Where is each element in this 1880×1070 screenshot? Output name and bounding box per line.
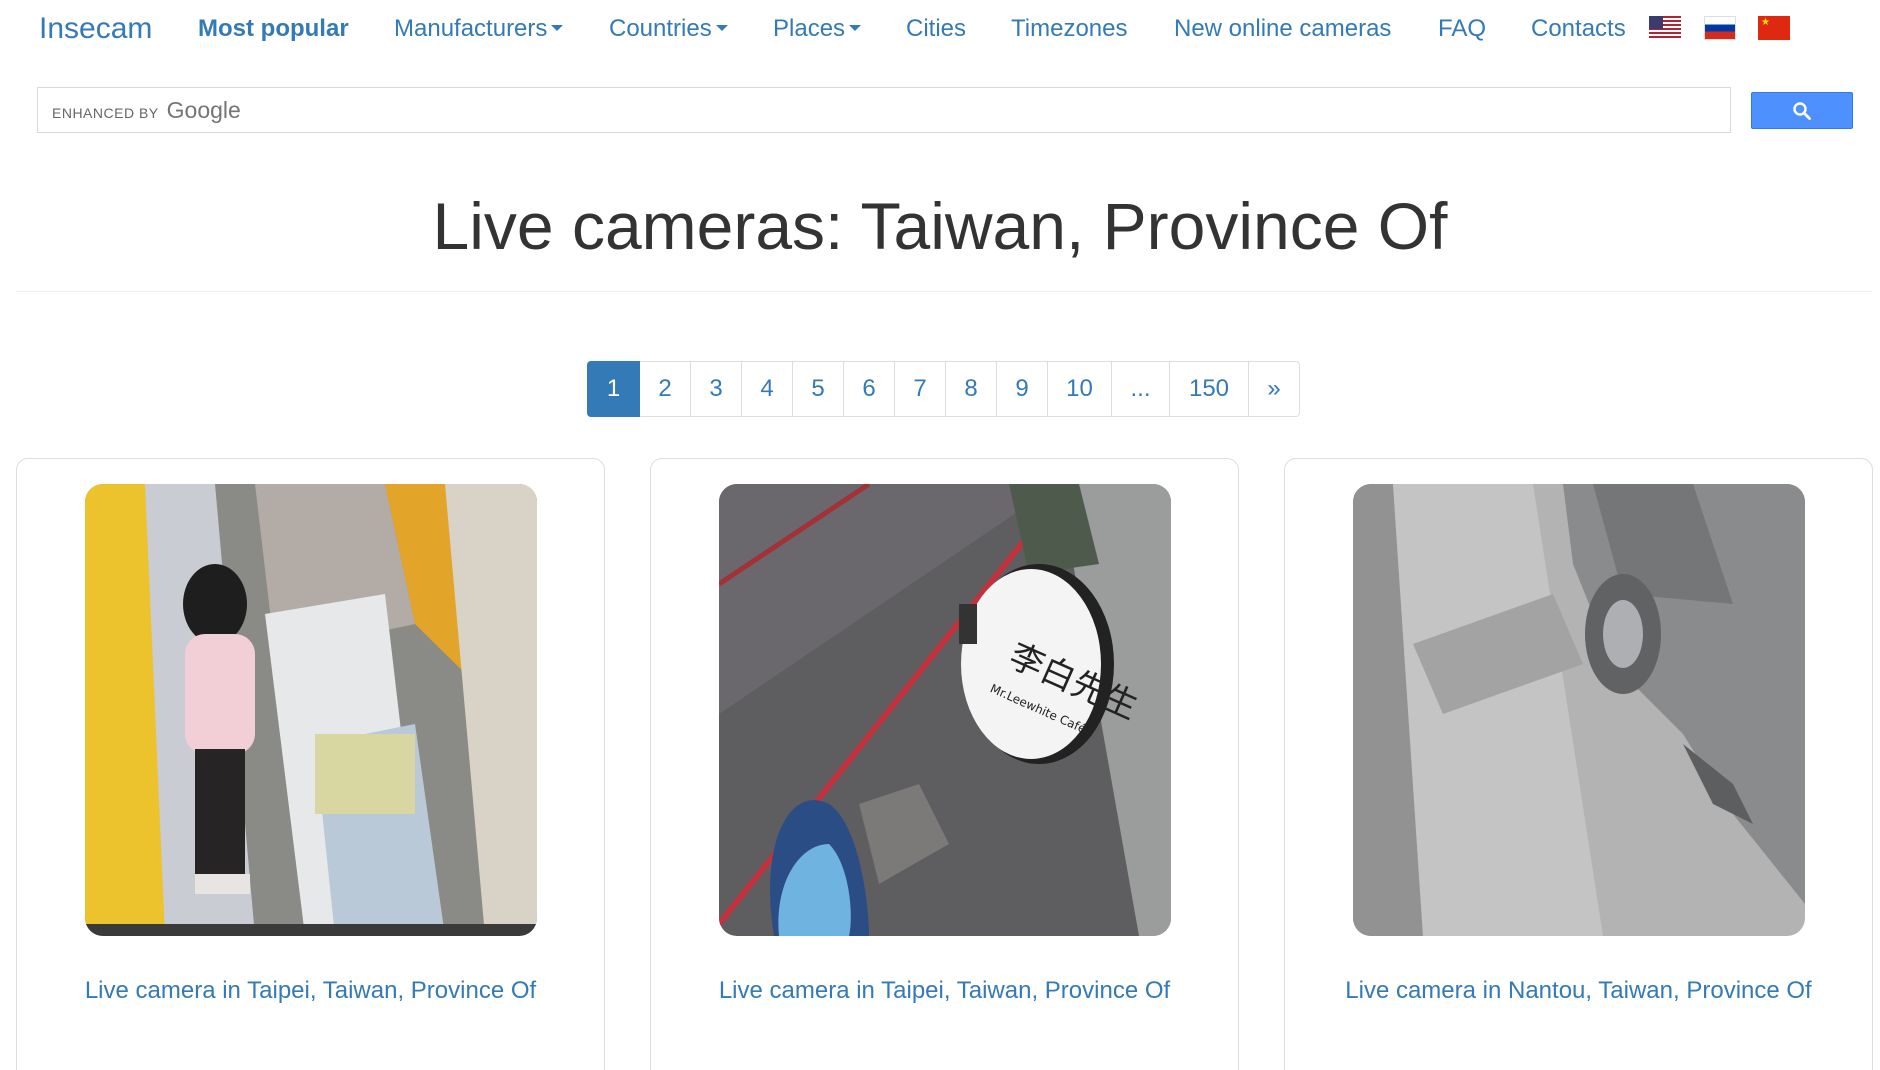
nav-countries-dropdown[interactable]: Countries — [609, 15, 728, 43]
ru-flag-icon[interactable] — [1704, 16, 1736, 40]
parked-car-camera-image — [1353, 484, 1805, 936]
camera-caption-link[interactable]: Live camera in Taipei, Taiwan, Province … — [651, 977, 1238, 1005]
page-link-10[interactable]: 10 — [1047, 361, 1112, 417]
page-title: Live cameras: Taiwan, Province Of — [432, 189, 1448, 263]
nav-contacts[interactable]: Contacts — [1531, 15, 1626, 43]
page-link-9[interactable]: 9 — [996, 361, 1048, 417]
nav-most-popular[interactable]: Most popular — [198, 15, 349, 43]
nav-cities[interactable]: Cities — [906, 15, 966, 43]
page-ellipsis: ... — [1111, 361, 1170, 417]
search-input[interactable] — [298, 94, 1698, 126]
page-link-6[interactable]: 6 — [843, 361, 895, 417]
page-link-8[interactable]: 8 — [945, 361, 997, 417]
google-logo: Google — [166, 97, 241, 123]
search-watermark: ENHANCED BY Google — [52, 97, 241, 124]
brand-logo-link[interactable]: Insecam — [39, 12, 152, 46]
cn-flag-icon[interactable]: ★ — [1758, 16, 1790, 40]
nav-manufacturers-label: Manufacturers — [394, 15, 548, 42]
caret-down-icon — [849, 24, 862, 31]
page-link-5[interactable]: 5 — [792, 361, 844, 417]
camera-card: Live camera in Nantou, Taiwan, Province … — [1284, 458, 1873, 1070]
divider — [16, 291, 1872, 292]
nav-faq[interactable]: FAQ — [1438, 15, 1486, 43]
caret-down-icon — [715, 24, 728, 31]
nav-places-dropdown[interactable]: Places — [773, 15, 862, 43]
store-camera-image — [85, 484, 537, 936]
nav-places-label: Places — [773, 15, 846, 42]
us-flag-icon[interactable] — [1649, 16, 1681, 40]
page-next-button[interactable]: » — [1248, 361, 1300, 417]
page-link-150[interactable]: 150 — [1169, 361, 1249, 417]
page-link-7[interactable]: 7 — [894, 361, 946, 417]
enhanced-by-label: ENHANCED BY — [52, 105, 159, 121]
camera-caption-link[interactable]: Live camera in Taipei, Taiwan, Province … — [17, 977, 604, 1005]
nav-manufacturers-dropdown[interactable]: Manufacturers — [394, 15, 564, 43]
camera-card: 李白先生 Mr.Leewhite Café Live camera in Tai… — [650, 458, 1239, 1070]
page-link-2[interactable]: 2 — [639, 361, 691, 417]
camera-caption-link[interactable]: Live camera in Nantou, Taiwan, Province … — [1285, 977, 1872, 1005]
street-cafe-camera-image: 李白先生 Mr.Leewhite Café — [719, 484, 1171, 936]
camera-card: Live camera in Taipei, Taiwan, Province … — [16, 458, 605, 1070]
camera-thumbnail[interactable]: 李白先生 Mr.Leewhite Café — [719, 484, 1171, 936]
caret-down-icon — [551, 24, 564, 31]
navbar: Insecam Most popular Manufacturers Count… — [0, 0, 1880, 56]
search-icon — [1793, 101, 1811, 120]
nav-countries-label: Countries — [609, 15, 712, 42]
page-link-3[interactable]: 3 — [690, 361, 742, 417]
page-link-1[interactable]: 1 — [587, 361, 640, 417]
search-box: ENHANCED BY Google — [37, 87, 1731, 133]
pagination: 1 2 3 4 5 6 7 8 9 10 ... 150 » — [587, 361, 1300, 417]
camera-thumbnail[interactable] — [1353, 484, 1805, 936]
page-link-4[interactable]: 4 — [741, 361, 793, 417]
nav-timezones[interactable]: Timezones — [1011, 15, 1127, 43]
search-button[interactable] — [1751, 92, 1853, 129]
camera-thumbnail[interactable] — [85, 484, 537, 936]
nav-new-online-cameras[interactable]: New online cameras — [1174, 15, 1391, 43]
